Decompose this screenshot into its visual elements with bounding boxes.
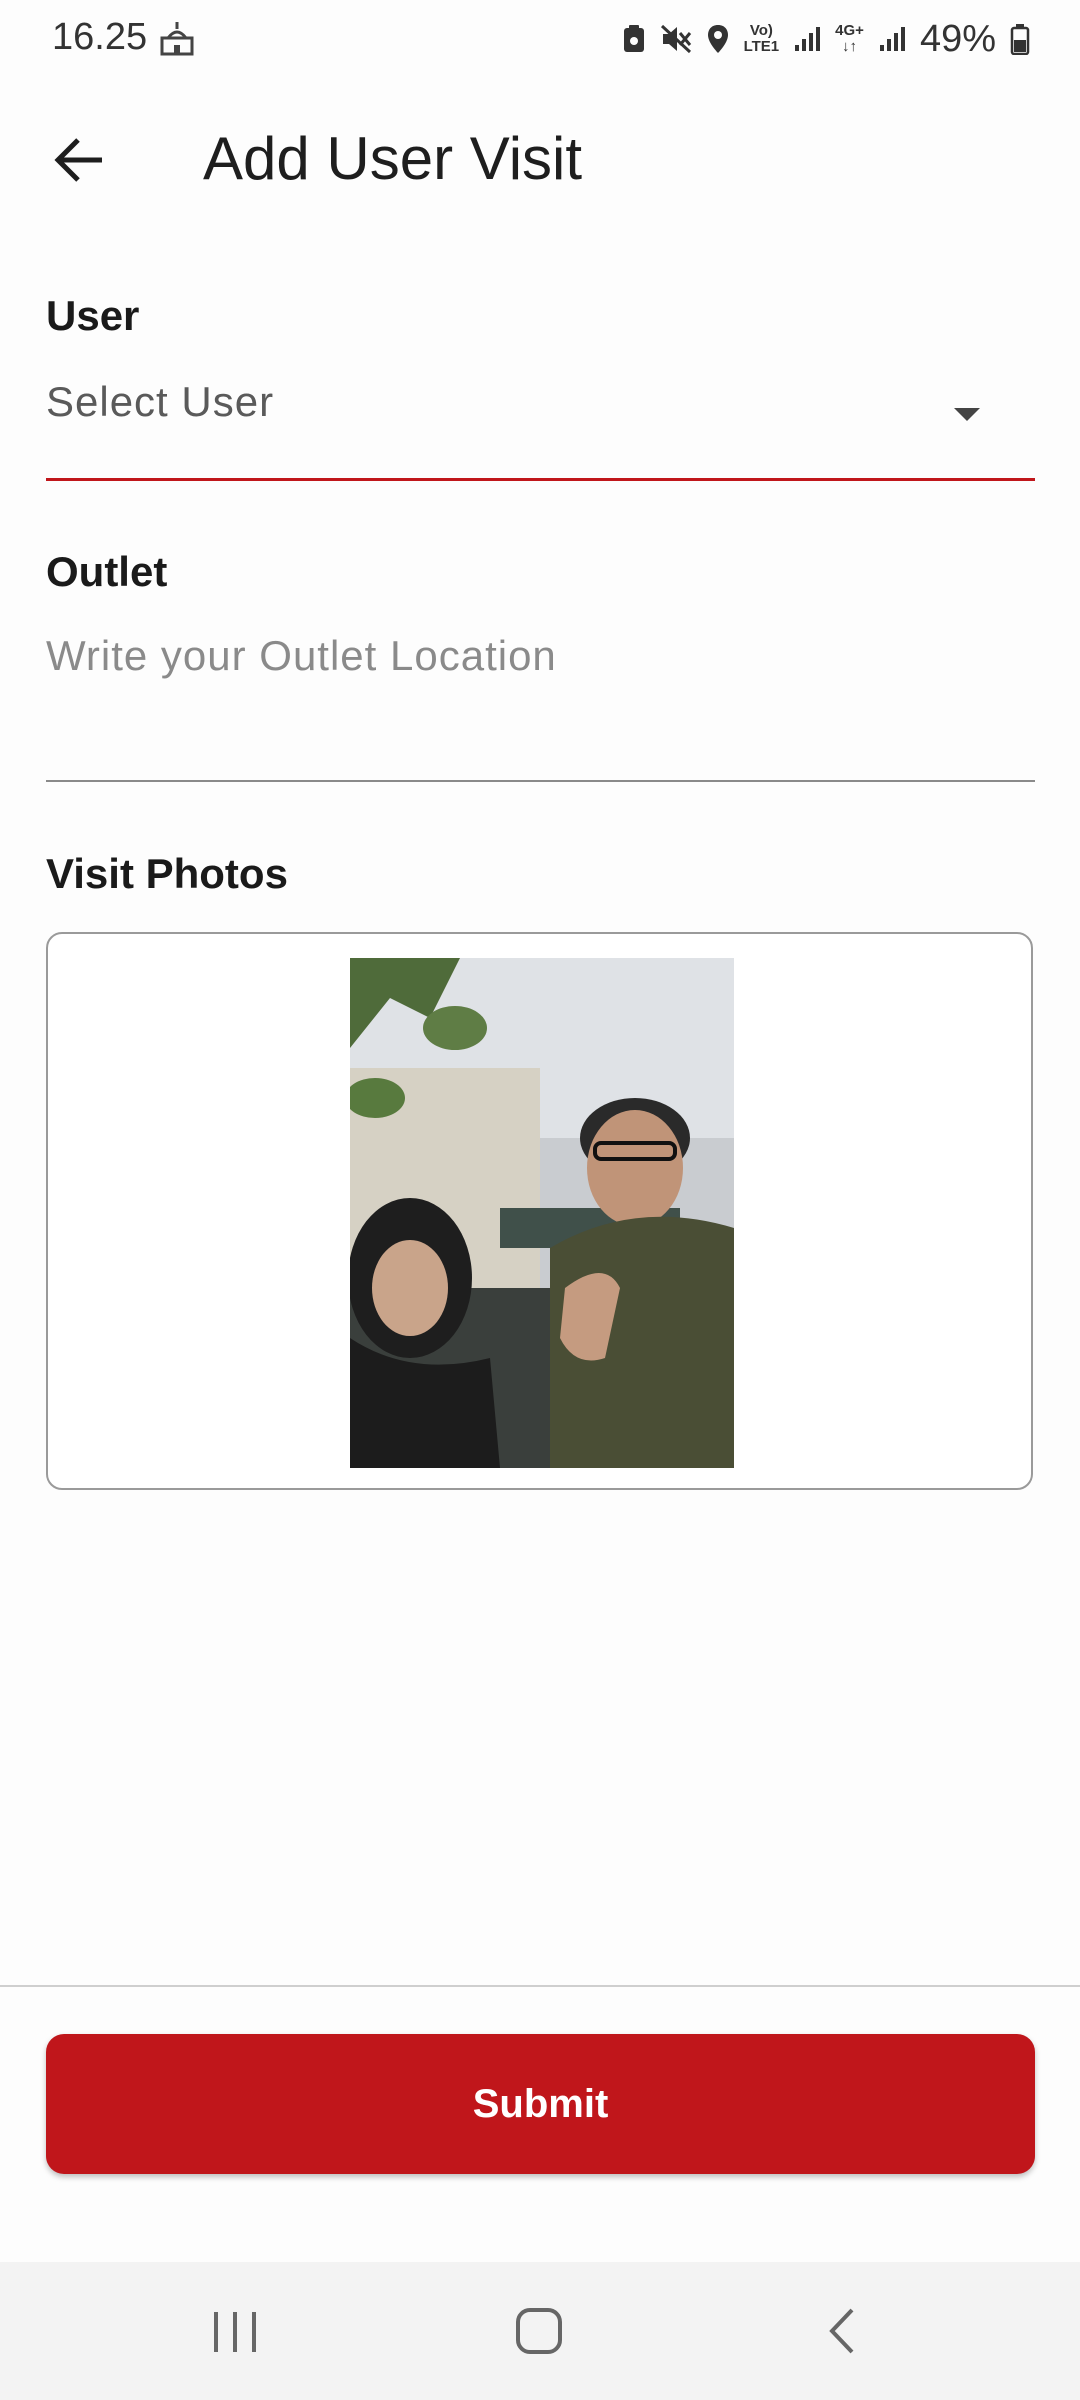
battery-icon bbox=[1010, 24, 1030, 55]
dropdown-arrow-icon[interactable] bbox=[952, 404, 982, 424]
status-bar: 16.25 Vo) LTE1 4G+ ↓↑ 49% bbox=[0, 0, 1080, 80]
volte-text: Vo) bbox=[749, 22, 773, 39]
status-icons: Vo) LTE1 4G+ ↓↑ 49% bbox=[622, 14, 1030, 64]
volte-indicator: Vo) LTE1 bbox=[744, 23, 780, 55]
data-arrows-text: ↓↑ bbox=[842, 38, 858, 55]
4g-indicator: 4G+ ↓↑ bbox=[835, 23, 864, 55]
status-time: 16.25 bbox=[52, 16, 148, 58]
user-select[interactable]: Select User bbox=[46, 378, 274, 426]
4g-text: 4G+ bbox=[835, 22, 864, 39]
save-icon bbox=[623, 25, 644, 52]
outlet-input[interactable]: Write your Outlet Location bbox=[46, 632, 557, 680]
system-nav-bar bbox=[0, 2262, 1080, 2400]
signal-icon bbox=[795, 27, 821, 51]
outlet-underline bbox=[46, 780, 1035, 782]
mosque-icon bbox=[160, 22, 194, 56]
submit-button[interactable]: Submit bbox=[46, 2034, 1035, 2174]
signal-icon bbox=[879, 27, 905, 51]
back-arrow-icon[interactable] bbox=[50, 130, 110, 190]
user-label: User bbox=[46, 292, 140, 339]
bottom-divider bbox=[0, 1985, 1080, 1987]
outlet-label: Outlet bbox=[46, 548, 168, 595]
battery-percent: 49% bbox=[919, 17, 996, 60]
visit-photos-label: Visit Photos bbox=[46, 850, 288, 897]
recent-apps-icon[interactable] bbox=[210, 2310, 260, 2354]
visit-photos-box[interactable] bbox=[46, 932, 1033, 1490]
visit-photo[interactable] bbox=[350, 958, 734, 1468]
home-icon[interactable] bbox=[514, 2306, 564, 2356]
mute-icon bbox=[660, 24, 691, 54]
nav-back-icon[interactable] bbox=[822, 2306, 862, 2356]
page-title: Add User Visit bbox=[203, 125, 583, 192]
user-underline bbox=[46, 478, 1035, 481]
location-icon bbox=[707, 25, 728, 53]
lte-text: LTE1 bbox=[743, 38, 780, 55]
